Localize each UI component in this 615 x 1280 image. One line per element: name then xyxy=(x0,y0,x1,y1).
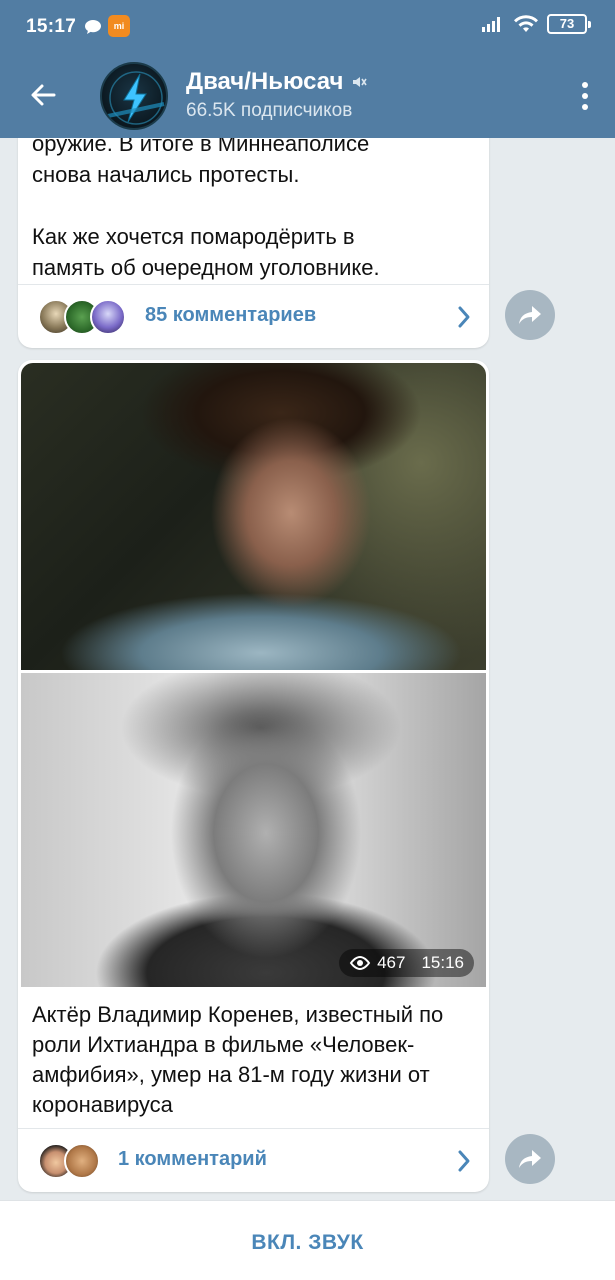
share-arrow-icon xyxy=(519,1150,541,1168)
avatar xyxy=(90,299,126,335)
avatar xyxy=(64,1143,100,1179)
back-arrow-icon[interactable] xyxy=(26,78,60,112)
comments-label: 1 комментарий xyxy=(118,1148,267,1170)
chevron-right-icon xyxy=(458,306,470,328)
post-bubble: оружие. В итоге в Миннеаполисе снова нач… xyxy=(18,138,489,348)
battery-level: 73 xyxy=(559,16,575,31)
title-row[interactable]: Двач/Ньюсач xyxy=(186,68,368,96)
message-feed[interactable]: оружие. В итоге в Миннеаполисе снова нач… xyxy=(0,138,615,1200)
signal-icon xyxy=(482,17,500,32)
post-text: Актёр Владимир Коренев, известный по рол… xyxy=(32,1002,444,1117)
chat-bubble-icon xyxy=(84,19,102,40)
battery-icon: 73 xyxy=(547,14,591,34)
muted-icon xyxy=(353,77,368,87)
comments-row[interactable]: 85 комментариев xyxy=(18,284,489,348)
view-count: 467 xyxy=(377,953,406,972)
more-vert-icon[interactable] xyxy=(579,80,591,112)
mi-app-icon: mi xyxy=(108,15,130,37)
post-bubble: 467 15:16 Актёр Владимир Коренев, извест… xyxy=(18,360,489,1192)
post-photo[interactable]: 467 15:16 xyxy=(21,673,486,987)
share-arrow-icon xyxy=(519,306,541,324)
status-bar: 15:17 mi 73 xyxy=(0,0,615,56)
unmute-button[interactable]: ВКЛ. ЗВУК xyxy=(0,1231,615,1255)
subscriber-count: 66.5K подписчиков xyxy=(186,100,353,121)
post-meta-badge: 467 15:16 xyxy=(339,949,474,977)
bottom-bar: ВКЛ. ЗВУК xyxy=(0,1200,615,1280)
status-time: 15:17 xyxy=(26,16,77,37)
channel-avatar[interactable] xyxy=(100,62,168,130)
chevron-right-icon xyxy=(458,1150,470,1172)
wifi-icon xyxy=(514,15,538,32)
share-button[interactable] xyxy=(505,290,555,340)
share-button[interactable] xyxy=(505,1134,555,1184)
channel-header: Двач/Ньюсач 66.5K подписчиков xyxy=(0,56,615,138)
channel-title: Двач/Ньюсач xyxy=(186,68,344,95)
post-text: оружие. В итоге в Миннеаполисе снова нач… xyxy=(32,138,380,280)
post-time: 15:16 xyxy=(421,953,464,972)
comments-row[interactable]: 1 комментарий xyxy=(18,1128,489,1192)
eye-icon xyxy=(349,956,371,970)
status-right-icons: 73 xyxy=(481,14,591,34)
post-photo[interactable] xyxy=(21,363,486,670)
comments-label: 85 комментариев xyxy=(145,304,317,326)
lightning-logo-icon xyxy=(107,71,165,125)
